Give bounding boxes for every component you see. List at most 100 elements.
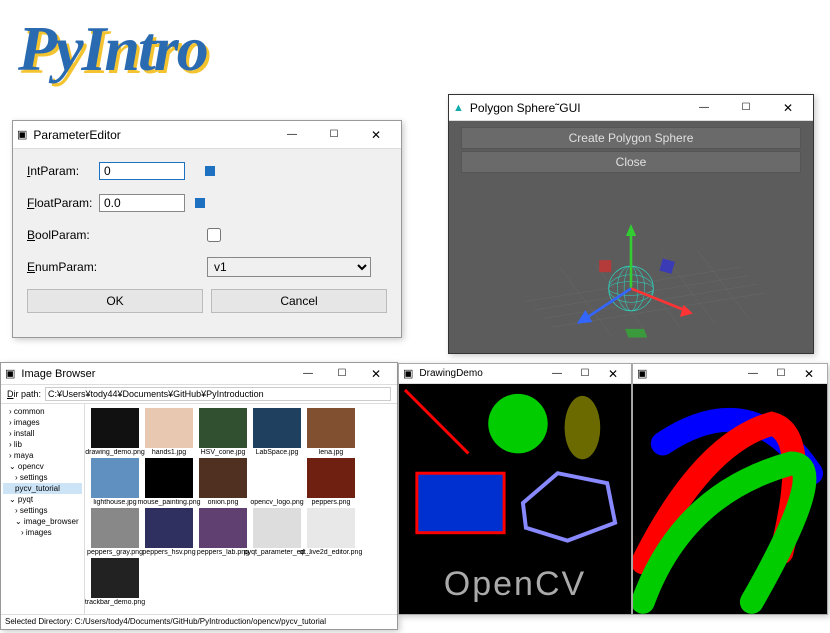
statusbar: Selected Directory: C:/Users/tody4/Docum… <box>1 614 397 628</box>
dir-path-label: Dir path: <box>7 389 41 399</box>
titlebar[interactable]: ▲ Polygon Sphere˜GUI <box>449 95 813 121</box>
maximize-button[interactable] <box>325 364 359 384</box>
minimize-button[interactable] <box>683 95 725 121</box>
tree-item[interactable]: › lib <box>3 439 82 450</box>
tree-item[interactable]: › settings <box>3 505 82 516</box>
thumbnail[interactable]: peppers_lab.png <box>197 508 249 556</box>
dir-path-input[interactable] <box>45 387 391 401</box>
app-icon: ▣ <box>403 367 413 380</box>
window-title: Image Browser <box>21 368 291 380</box>
tree-item-selected[interactable]: pycv_tutorial <box>3 483 82 494</box>
image-browser-window: ▣ Image Browser Dir path: › common › ima… <box>0 362 398 630</box>
window-title: ParameterEditor <box>33 128 271 142</box>
thumbnail[interactable]: trackbar_demo.png <box>89 558 141 606</box>
tree-item[interactable]: › maya <box>3 450 82 461</box>
thumbnail[interactable]: peppers_hsv.png <box>143 508 195 556</box>
folder-tree[interactable]: › common › images › install › lib › maya… <box>1 404 85 614</box>
thumbnail[interactable]: lena.jpg <box>305 408 357 456</box>
close-button[interactable] <box>767 95 809 121</box>
tree-item[interactable]: › settings <box>3 472 82 483</box>
window-body: IntParam: FloatParam: BoolParam: EnumPar… <box>13 149 401 325</box>
window-buttons <box>683 95 809 121</box>
int-param-label: IntParam: <box>27 164 99 178</box>
cancel-button[interactable]: Cancel <box>211 289 387 313</box>
maximize-button[interactable] <box>313 122 355 148</box>
thumbnail[interactable]: lighthouse.jpg <box>89 458 141 506</box>
maximize-button[interactable] <box>767 365 795 383</box>
maya-icon: ▲ <box>453 102 464 114</box>
tree-item[interactable]: › images <box>3 417 82 428</box>
float-slider-handle[interactable] <box>195 198 205 208</box>
window-body: Create Polygon Sphere Close <box>449 121 813 353</box>
thumbnail[interactable]: LabSpace.jpg <box>251 408 303 456</box>
float-param-input[interactable] <box>99 194 185 212</box>
bool-param-checkbox[interactable] <box>207 228 221 242</box>
drawing-demo-window: ▣ DrawingDemo OpenCV <box>398 363 632 615</box>
minimize-button[interactable] <box>739 365 767 383</box>
float-param-label: FloatParam: <box>27 196 99 210</box>
thumbnail-grid[interactable]: drawing_demo.pnghands1.jpgHSV_cone.jpgLa… <box>85 404 397 614</box>
tree-item[interactable]: › images <box>3 527 82 538</box>
viewport-3d[interactable] <box>449 181 813 353</box>
window-buttons <box>543 365 627 383</box>
tree-item[interactable]: ⌄ image_browser <box>3 516 82 527</box>
painting-window: ▣ <box>632 363 828 615</box>
create-polygon-sphere-button[interactable]: Create Polygon Sphere <box>461 127 801 149</box>
titlebar[interactable]: ▣ DrawingDemo <box>399 364 631 384</box>
logo: PyIntro <box>18 12 207 86</box>
window-title: Polygon Sphere˜GUI <box>470 101 683 115</box>
ok-button[interactable]: OK <box>27 289 203 313</box>
enum-param-label: EnumParam: <box>27 260 99 274</box>
thumbnail[interactable]: pyqt_parameter_ed... <box>251 508 303 556</box>
thumbnail[interactable]: peppers.png <box>305 458 357 506</box>
close-button[interactable] <box>359 364 393 384</box>
dir-path-row: Dir path: <box>1 385 397 404</box>
drawing-canvas: OpenCV <box>399 384 631 614</box>
enum-param-row: EnumParam: v1 <box>27 257 387 277</box>
window-buttons <box>291 364 393 384</box>
minimize-button[interactable] <box>271 122 313 148</box>
int-slider-handle[interactable] <box>205 166 215 176</box>
int-param-input[interactable] <box>99 162 185 180</box>
titlebar[interactable]: ▣ <box>633 364 827 384</box>
app-icon: ▣ <box>5 367 15 380</box>
bool-param-label: BoolParam: <box>27 228 99 242</box>
thumbnail[interactable]: onion.png <box>197 458 249 506</box>
tree-item[interactable]: ⌄ pyqt <box>3 494 82 505</box>
button-panel: Create Polygon Sphere Close <box>449 121 813 179</box>
titlebar[interactable]: ▣ ParameterEditor <box>13 121 401 149</box>
painting-canvas[interactable] <box>633 384 827 614</box>
window-buttons <box>739 365 823 383</box>
tree-item[interactable]: › install <box>3 428 82 439</box>
titlebar[interactable]: ▣ Image Browser <box>1 363 397 385</box>
polygon-sphere-window: ▲ Polygon Sphere˜GUI Create Polygon Sphe… <box>448 94 814 354</box>
app-icon: ▣ <box>637 367 647 380</box>
int-param-row: IntParam: <box>27 161 387 181</box>
thumbnail[interactable]: HSV_cone.jpg <box>197 408 249 456</box>
button-row: OK Cancel <box>27 289 387 313</box>
close-button[interactable] <box>795 365 823 383</box>
bool-param-row: BoolParam: <box>27 225 387 245</box>
close-panel-button[interactable]: Close <box>461 151 801 173</box>
tree-item[interactable]: ⌄ opencv <box>3 461 82 472</box>
tree-item[interactable]: › common <box>3 406 82 417</box>
thumbnail[interactable]: drawing_demo.png <box>89 408 141 456</box>
maximize-button[interactable] <box>571 365 599 383</box>
minimize-button[interactable] <box>543 365 571 383</box>
browser-body: › common › images › install › lib › maya… <box>1 404 397 614</box>
thumbnail[interactable]: opencv_logo.png <box>251 458 303 506</box>
maximize-button[interactable] <box>725 95 767 121</box>
minimize-button[interactable] <box>291 364 325 384</box>
thumbnail[interactable]: qt_live2d_editor.png <box>305 508 357 556</box>
window-buttons <box>271 122 397 148</box>
thumbnail[interactable]: peppers_gray.png <box>89 508 141 556</box>
thumbnail[interactable]: mouse_painting.png <box>143 458 195 506</box>
opencv-text: OpenCV <box>399 565 631 604</box>
app-icon: ▣ <box>17 128 27 141</box>
thumbnail[interactable]: hands1.jpg <box>143 408 195 456</box>
enum-param-select[interactable]: v1 <box>207 257 371 277</box>
close-button[interactable] <box>599 365 627 383</box>
float-param-row: FloatParam: <box>27 193 387 213</box>
parameter-editor-window: ▣ ParameterEditor IntParam: FloatParam: … <box>12 120 402 338</box>
close-button[interactable] <box>355 122 397 148</box>
